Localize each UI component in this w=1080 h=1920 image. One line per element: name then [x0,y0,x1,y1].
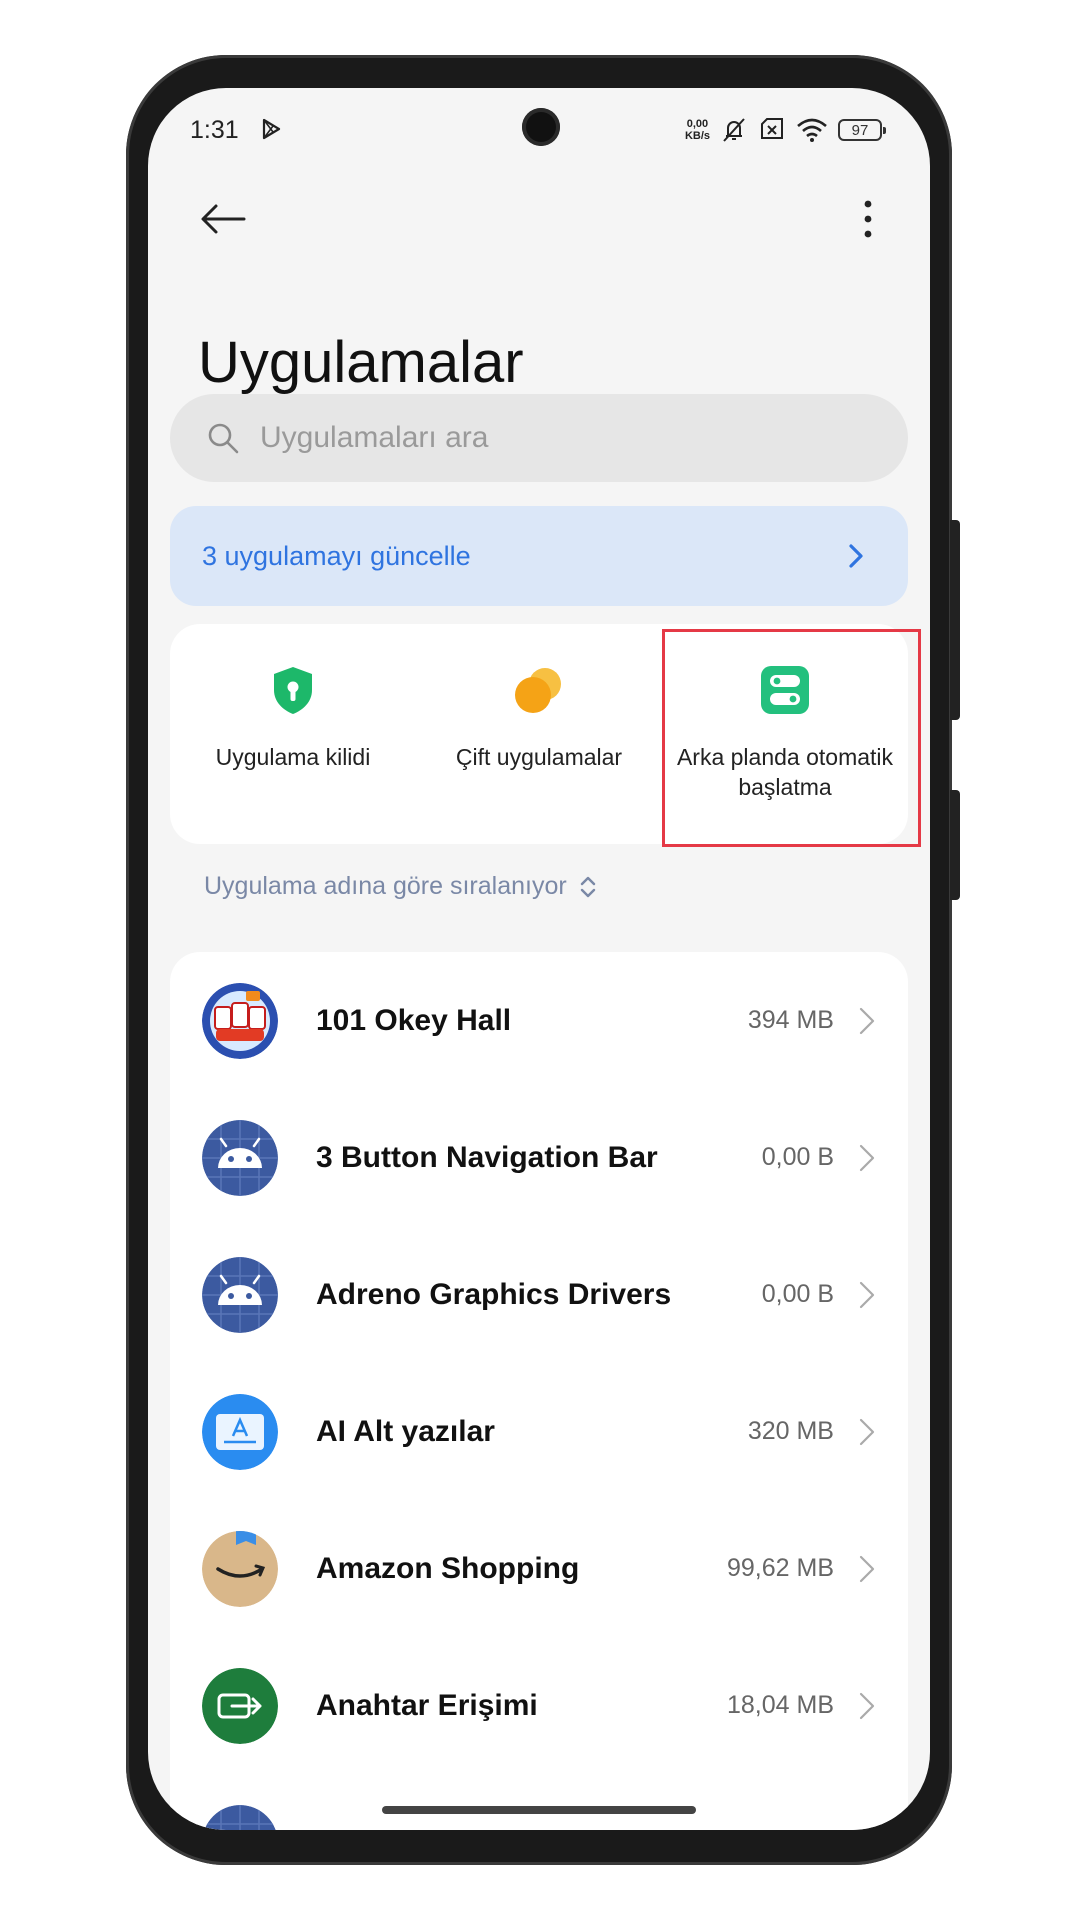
app-size: 18,04 MB [726,1691,834,1719]
volume-button [950,520,960,720]
switch-access-icon [202,1667,278,1744]
app-size: 99,62 MB [726,1554,834,1582]
app-row-adreno-graphics-drivers[interactable]: Adreno Graphics Drivers 0,00 B [170,1226,908,1363]
android-icon [202,1256,278,1333]
back-button[interactable] [194,194,252,244]
okey-hall-icon [202,982,278,1059]
more-vertical-icon [864,200,872,238]
app-list: 101 Okey Hall 394 MB 3 Button Navigation… [170,952,908,1830]
shortcut-label: Çift uygulamalar [455,744,623,770]
shortcut-label: Uygulama kilidi [215,744,371,770]
chevron-right-icon [859,1144,875,1171]
app-name: AI Alt yazılar [316,1414,495,1448]
app-name: 101 Okey Hall [316,1003,512,1037]
more-options-button[interactable] [848,194,888,244]
net-speed-value: 0,00 [686,118,709,130]
android-icon [202,1119,278,1196]
play-store-icon [262,118,281,140]
battery-level: 97 [851,121,869,139]
app-row-anahtar-erisimi[interactable]: Anahtar Erişimi 18,04 MB [170,1637,908,1774]
app-row-101-okey-hall[interactable]: 101 Okey Hall 394 MB [170,952,908,1089]
app-size: 320 MB [747,1417,834,1445]
status-bar: 1:31 0,00 KB/s 97 [148,88,930,158]
sort-label: Uygulama adına göre sıralanıyor [204,872,567,900]
home-indicator[interactable] [382,1806,696,1814]
app-size: 0,00 B [761,1143,834,1171]
arrow-left-icon [201,204,246,234]
wifi-icon [797,118,827,142]
sort-selector[interactable]: Uygulama adına göre sıralanıyor [204,872,599,901]
shield-key-icon [274,667,312,714]
app-name: Amazon Shopping [316,1551,580,1585]
screen: 1:31 0,00 KB/s 97 Uygulamalar Uygulamala… [148,88,930,1830]
chevron-right-icon [859,1281,875,1308]
shortcut-card: Uygulama kilidi Çift uygulamalar Arka pl… [170,624,908,844]
app-row-ai-alt-yazilar[interactable]: AI Alt yazılar 320 MB [170,1363,908,1500]
dual-circles-icon [515,668,561,713]
net-speed-unit: KB/s [684,130,710,142]
shortcut-label: Arka planda otomatik başlatma [676,744,894,800]
front-camera [522,108,560,146]
net-speed: 0,00 KB/s [685,118,710,142]
shortcut-dual-apps[interactable]: Çift uygulamalar [416,624,662,844]
status-icons: 0,00 KB/s 97 [685,114,886,146]
battery-icon: 97 [838,119,886,141]
chevron-right-icon [859,1007,875,1034]
search-bar[interactable] [170,394,908,482]
app-name: 3 Button Navigation Bar [316,1140,658,1174]
sort-updown-icon [580,876,595,897]
chevron-right-icon [859,1555,875,1582]
app-size: 0,00 B [761,1280,834,1308]
chevron-right-icon [849,544,863,568]
status-time: 1:31 [190,116,239,144]
app-size: 394 MB [747,1006,834,1034]
app-name: Anahtar Erişimi [316,1688,538,1722]
app-row-3-button-navigation-bar[interactable]: 3 Button Navigation Bar 0,00 B [170,1089,908,1226]
update-apps-label: 3 uygulamayı güncelle [202,540,471,571]
app-name: Adreno Graphics Drivers [316,1277,672,1311]
sim-none-icon [761,118,783,139]
app-row-partial[interactable] [170,1774,908,1830]
shortcut-autostart[interactable]: Arka planda otomatik başlatma [662,624,908,844]
mute-vibrate-icon [723,118,745,142]
power-button [950,790,960,900]
page-title: Uygulamalar [198,329,524,395]
update-apps-banner[interactable]: 3 uygulamayı güncelle [170,506,908,606]
app-row-amazon-shopping[interactable]: Amazon Shopping 99,62 MB [170,1500,908,1637]
chevron-right-icon [859,1692,875,1719]
shortcut-app-lock[interactable]: Uygulama kilidi [170,624,416,844]
toggle-switches-icon [761,666,809,714]
search-icon [208,423,239,454]
amazon-icon [202,1530,278,1607]
android-icon [202,1804,278,1830]
search-input[interactable] [258,420,858,456]
subtitle-icon [202,1393,278,1470]
chevron-right-icon [859,1418,875,1445]
